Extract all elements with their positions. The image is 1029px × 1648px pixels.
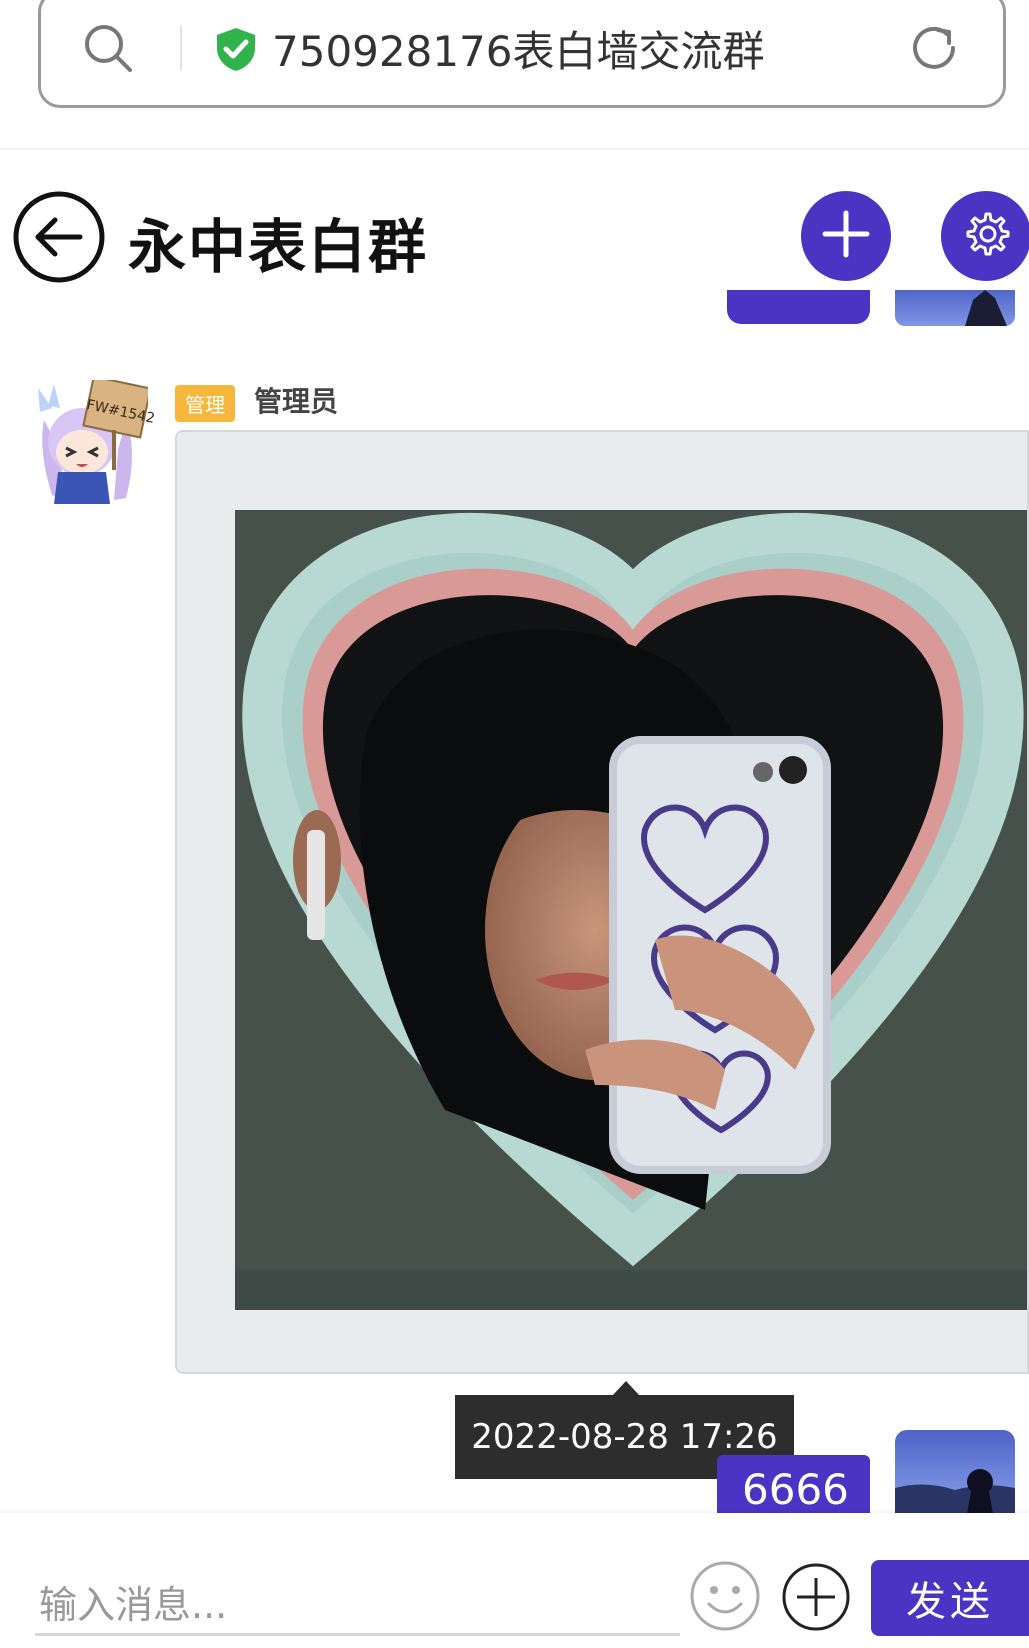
search-icon[interactable] — [82, 22, 134, 74]
gear-icon — [962, 210, 1010, 262]
tooltip-arrow — [612, 1381, 640, 1396]
emoji-icon[interactable] — [689, 1560, 761, 1632]
message-input[interactable] — [35, 1580, 680, 1636]
my-avatar[interactable] — [895, 1430, 1015, 1513]
page-title: 永中表白群 — [128, 213, 429, 281]
back-arrow-icon[interactable] — [12, 190, 106, 284]
admin-badge: 管理 — [175, 385, 235, 422]
secure-shield-icon — [213, 26, 259, 72]
photo-content — [235, 510, 1027, 1310]
sender-name: 管理员 — [254, 385, 339, 418]
my-message-bubble[interactable]: 6666 — [717, 1455, 870, 1513]
url-text[interactable]: 750928176表白墙交流群 — [272, 18, 765, 79]
settings-button[interactable] — [941, 191, 1029, 281]
send-button[interactable]: 发送 — [871, 1560, 1029, 1636]
reload-icon[interactable] — [908, 22, 960, 74]
add-button[interactable] — [801, 191, 891, 281]
my-message-text: 6666 — [742, 1465, 849, 1513]
previous-message-bubble — [727, 290, 870, 324]
message-photo[interactable] — [175, 430, 1029, 1374]
top-separator — [0, 148, 1029, 150]
previous-avatar — [895, 290, 1015, 326]
url-divider — [180, 26, 182, 70]
attach-plus-icon[interactable] — [781, 1562, 851, 1632]
plus-icon — [821, 209, 871, 263]
